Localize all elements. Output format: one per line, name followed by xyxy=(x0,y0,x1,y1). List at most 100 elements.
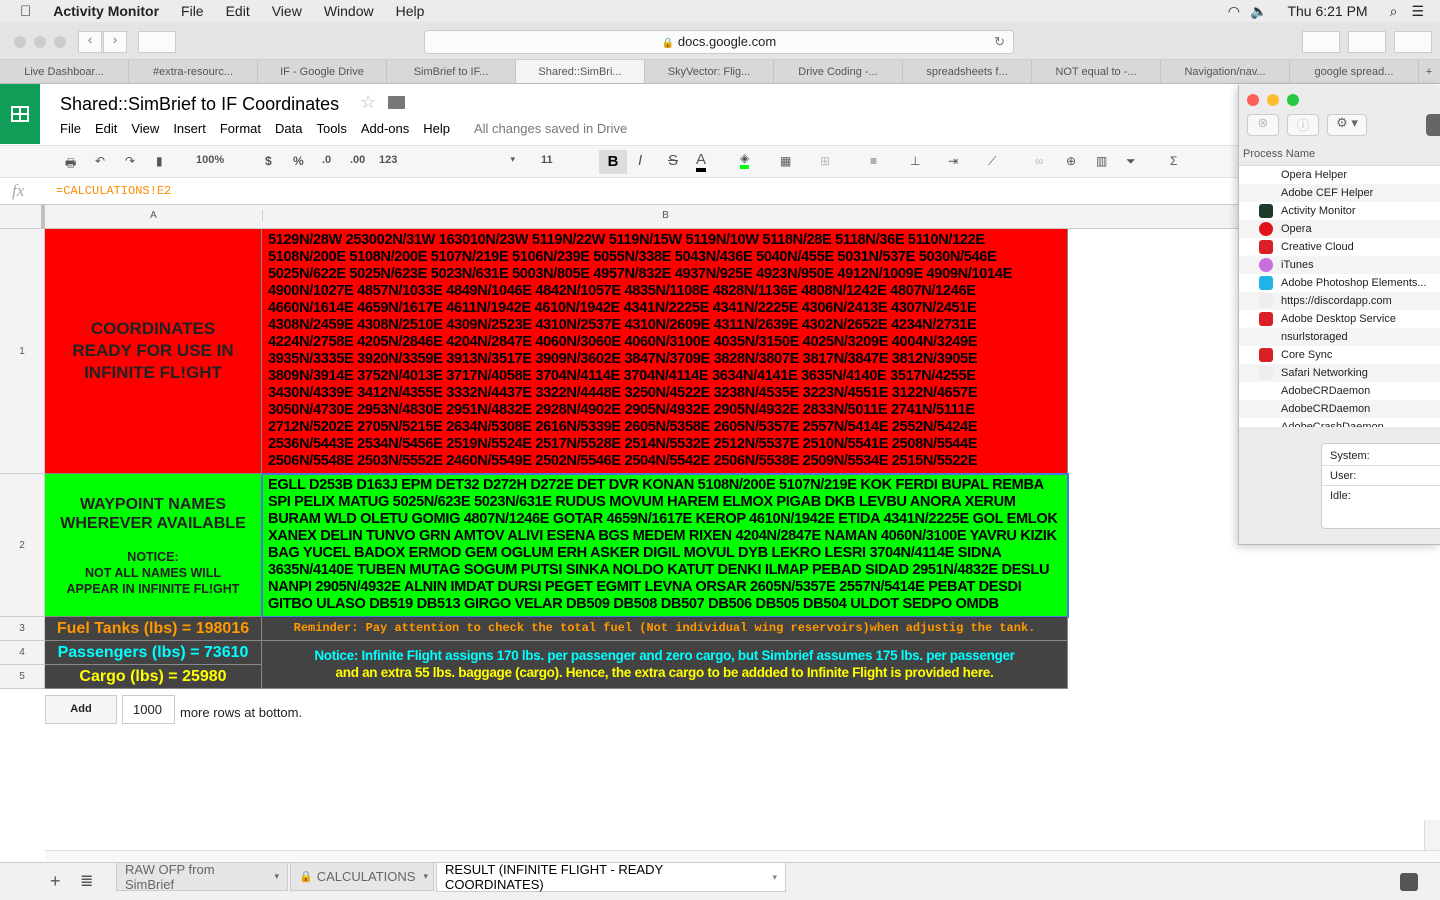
menu-help[interactable]: Help xyxy=(396,3,425,19)
all-sheets-button[interactable]: ≣ xyxy=(80,871,93,891)
more-formats-button[interactable]: 123 xyxy=(379,154,397,166)
percent-button[interactable]: % xyxy=(293,154,304,168)
menu-data[interactable]: Data xyxy=(275,121,302,136)
back-button[interactable]: ‹ xyxy=(78,31,102,53)
new-tab-button[interactable]: + xyxy=(1419,60,1439,83)
link-icon[interactable]: ∞ xyxy=(1035,154,1044,168)
paint-format-icon[interactable]: ▮ xyxy=(156,154,163,168)
undo-icon[interactable]: ↶ xyxy=(95,154,105,168)
stop-process-button[interactable]: ⊗ xyxy=(1247,114,1279,136)
download-button[interactable] xyxy=(1302,31,1340,53)
cell-a1[interactable]: COORDINATES READY FOR USE IN INFINITE FL… xyxy=(45,229,262,474)
process-row[interactable]: Adobe CEF Helper xyxy=(1239,184,1440,202)
chart-icon[interactable]: ▥ xyxy=(1096,154,1107,168)
menu-edit[interactable]: Edit xyxy=(95,121,117,136)
merge-cells-icon[interactable]: ⊞ xyxy=(820,154,830,168)
cell-a4[interactable]: Passengers (lbs) = 73610 xyxy=(45,641,262,665)
browser-tab[interactable]: IF - Google Drive xyxy=(258,60,387,83)
borders-icon[interactable]: ▦ xyxy=(780,154,791,168)
chevron-down-icon[interactable]: ▾ xyxy=(423,871,428,882)
italic-button[interactable]: I xyxy=(638,152,642,169)
zoom-select[interactable]: 100% xyxy=(196,154,224,166)
menu-insert[interactable]: Insert xyxy=(173,121,206,136)
clock[interactable]: Thu 6:21 PM xyxy=(1287,3,1367,19)
browser-tab[interactable]: Drive Coding -... xyxy=(774,60,903,83)
browser-tab[interactable]: #extra-resourc... xyxy=(129,60,258,83)
reload-icon[interactable]: ↻ xyxy=(994,31,1005,53)
browser-tab[interactable]: SkyVector: Flig... xyxy=(645,60,774,83)
menu-format[interactable]: Format xyxy=(220,121,261,136)
fill-color-icon[interactable]: ◈ xyxy=(740,151,750,169)
browser-tab[interactable]: Shared::SimBri... xyxy=(516,60,645,83)
cell-b2[interactable]: EGLL D253B D163J EPM DET32 D272H D272E D… xyxy=(261,473,1069,618)
process-row[interactable]: AdobeCRDaemon xyxy=(1239,400,1440,418)
strikethrough-button[interactable]: S xyxy=(668,152,678,169)
row-header-4[interactable]: 4 xyxy=(0,641,45,665)
add-rows-count-input[interactable]: 1000 xyxy=(122,695,175,724)
info-button[interactable]: ⓘ xyxy=(1287,114,1319,136)
browser-tab[interactable]: spreadsheets f... xyxy=(903,60,1032,83)
explore-button[interactable] xyxy=(1400,873,1418,891)
row-header-1[interactable]: 1 xyxy=(0,229,45,474)
decrease-decimal-button[interactable]: .0 xyxy=(322,154,331,166)
process-row[interactable]: Safari Networking xyxy=(1239,364,1440,382)
folder-icon[interactable] xyxy=(388,96,405,109)
star-icon[interactable]: ☆ xyxy=(360,92,376,113)
menu-window[interactable]: Window xyxy=(324,3,374,19)
share-button[interactable] xyxy=(1348,31,1386,53)
menu-file[interactable]: File xyxy=(181,3,204,19)
address-bar[interactable]: 🔒 docs.google.com ↻ xyxy=(424,30,1014,54)
currency-button[interactable]: $ xyxy=(265,154,272,168)
row-header-2[interactable]: 2 xyxy=(0,474,45,617)
gear-menu-button[interactable]: ⚙ ▾ xyxy=(1327,114,1367,136)
app-name[interactable]: Activity Monitor xyxy=(53,3,159,19)
process-row[interactable]: Opera xyxy=(1239,220,1440,238)
formula-input[interactable]: =CALCULATIONS!E2 xyxy=(56,184,171,198)
forward-button[interactable]: › xyxy=(103,31,127,53)
process-row[interactable]: AdobeCRDaemon xyxy=(1239,382,1440,400)
process-row[interactable]: Creative Cloud xyxy=(1239,238,1440,256)
comment-icon[interactable]: ⊕ xyxy=(1066,154,1076,168)
save-status[interactable]: All changes saved in Drive xyxy=(474,121,627,136)
minimize-button[interactable] xyxy=(1267,94,1279,106)
vertical-scrollbar[interactable] xyxy=(1424,820,1440,850)
process-row[interactable]: Opera Helper xyxy=(1239,166,1440,184)
close-button[interactable] xyxy=(1247,94,1259,106)
font-select[interactable]: ▾ xyxy=(420,154,515,165)
print-icon[interactable]: 🖶 xyxy=(65,154,76,175)
align-icon[interactable]: ≡ xyxy=(870,154,877,168)
wifi-icon[interactable]: ◠ xyxy=(1228,3,1240,20)
row-header-3[interactable]: 3 xyxy=(0,617,45,641)
browser-tab[interactable]: NOT equal to -... xyxy=(1032,60,1161,83)
functions-icon[interactable]: Σ xyxy=(1170,154,1177,168)
browser-tab[interactable]: google spread... xyxy=(1290,60,1419,83)
process-row[interactable]: Adobe Photoshop Elements... xyxy=(1239,274,1440,292)
menu-view[interactable]: View xyxy=(131,121,159,136)
sidebar-button[interactable] xyxy=(138,31,176,53)
rotate-icon[interactable]: ⟋ xyxy=(988,154,996,169)
font-size-select[interactable]: 11 xyxy=(541,154,553,166)
row-header-5[interactable]: 5 xyxy=(0,665,45,689)
add-rows-button[interactable]: Add xyxy=(45,695,117,724)
column-header-b[interactable]: B xyxy=(262,210,1068,221)
cell-b3[interactable]: Reminder: Pay attention to check the tot… xyxy=(262,617,1068,641)
apple-icon[interactable]:  xyxy=(20,3,31,20)
chevron-down-icon[interactable]: ▾ xyxy=(772,872,777,883)
menu-tools[interactable]: Tools xyxy=(316,121,346,136)
cell-a2[interactable]: WAYPOINT NAMES WHEREVER AVAILABLE NOTICE… xyxy=(45,474,262,617)
increase-decimal-button[interactable]: .00 xyxy=(350,154,365,166)
cell-b4[interactable]: Notice: Infinite Flight assigns 170 lbs.… xyxy=(262,641,1068,689)
horizontal-scrollbar[interactable] xyxy=(45,850,1440,862)
process-row[interactable]: Core Sync xyxy=(1239,346,1440,364)
process-name-header[interactable]: Process Name xyxy=(1243,148,1315,160)
browser-tab[interactable]: SimBrief to IF... xyxy=(387,60,516,83)
sheet-tab-calculations[interactable]: 🔒 CALCULATIONS ▾ xyxy=(290,863,434,891)
doc-title[interactable]: Shared::SimBrief to IF Coordinates xyxy=(60,94,339,115)
wrap-icon[interactable]: ⇥ xyxy=(948,154,958,168)
select-all-corner[interactable] xyxy=(0,205,45,228)
browser-tab[interactable]: Live Dashboar... xyxy=(0,60,129,83)
process-row[interactable]: AdobeCrashDaemon xyxy=(1239,418,1440,427)
menu-addons[interactable]: Add-ons xyxy=(361,121,409,136)
sheet-tab-raw-ofp[interactable]: RAW OFP from SimBrief ▾ xyxy=(116,862,288,892)
browser-tab[interactable]: Navigation/nav... xyxy=(1161,60,1290,83)
